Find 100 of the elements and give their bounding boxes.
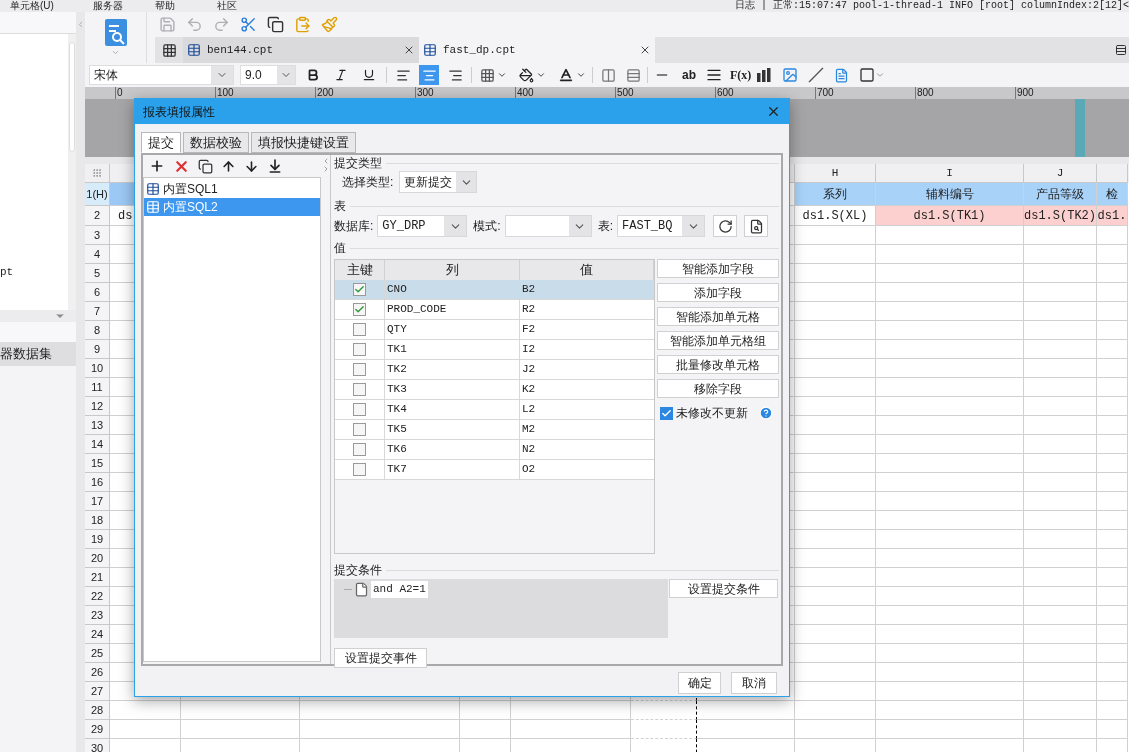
italic-icon[interactable] <box>334 68 348 82</box>
dialog-tab[interactable]: 数据校验 <box>183 132 249 153</box>
checkbox[interactable] <box>353 463 366 476</box>
table-row[interactable]: PROD_CODE R2 <box>335 300 654 320</box>
row-number[interactable]: 2 <box>85 206 110 226</box>
row-number[interactable]: 4 <box>85 245 110 264</box>
caret-icon[interactable] <box>536 70 546 80</box>
preview-button[interactable] <box>744 215 769 237</box>
row-number[interactable]: 27 <box>85 682 110 701</box>
dialog-tab[interactable]: 填报快捷键设置 <box>251 132 356 153</box>
menu-item[interactable]: 服务器 <box>93 0 155 12</box>
table-row[interactable]: TK7 O2 <box>335 460 654 480</box>
table-select[interactable]: FAST_BQ <box>617 215 706 237</box>
table-row[interactable]: TK3 K2 <box>335 380 654 400</box>
menu-item[interactable]: 社区 <box>217 0 279 12</box>
checkbox[interactable] <box>353 403 366 416</box>
bold-icon[interactable] <box>306 68 320 82</box>
scrollbar-thumb[interactable] <box>69 42 75 152</box>
row-number[interactable]: 1(H) <box>85 183 110 206</box>
submit-type-select[interactable]: 更新提交 <box>399 171 478 193</box>
row-number[interactable]: 3 <box>85 226 110 245</box>
sub-report-icon[interactable] <box>834 67 850 83</box>
row-number[interactable]: 15 <box>85 454 110 473</box>
refresh-button[interactable] <box>713 215 738 237</box>
row-number[interactable]: 18 <box>85 511 110 530</box>
menu-item[interactable]: 单元格(U) <box>10 0 93 12</box>
row-number[interactable]: 14 <box>85 435 110 454</box>
frame-icon[interactable] <box>859 67 876 83</box>
font-select[interactable]: 宋体 <box>89 65 234 85</box>
row-number[interactable]: 13 <box>85 416 110 435</box>
file-name[interactable]: pt <box>0 263 68 280</box>
move-bottom-icon[interactable] <box>267 158 283 174</box>
merge-cells-icon[interactable] <box>601 67 616 83</box>
condition-item[interactable]: and A2=1 <box>371 581 428 598</box>
close-icon[interactable] <box>403 44 415 56</box>
row-number[interactable]: 23 <box>85 606 110 625</box>
row-number[interactable]: 5 <box>85 264 110 283</box>
move-down-icon[interactable] <box>244 158 259 174</box>
row-number[interactable]: 8 <box>85 321 110 340</box>
copy-icon[interactable] <box>198 158 213 174</box>
menu-item[interactable]: 帮助 <box>155 0 217 12</box>
checkbox[interactable] <box>353 443 366 456</box>
brush-icon[interactable] <box>321 16 338 33</box>
split-cells-icon[interactable] <box>626 67 641 83</box>
copy-icon[interactable] <box>267 16 284 33</box>
row-number[interactable]: 26 <box>85 663 110 682</box>
row-number[interactable]: 12 <box>85 397 110 416</box>
cut-icon[interactable] <box>240 16 257 33</box>
size-select[interactable]: 9.0 <box>240 65 296 85</box>
checkbox[interactable] <box>353 363 366 376</box>
row-number[interactable]: 30 <box>85 739 110 752</box>
font-color-icon[interactable] <box>558 67 574 83</box>
row-number[interactable]: 17 <box>85 492 110 511</box>
table-row[interactable]: TK2 J2 <box>335 360 654 380</box>
side-button[interactable]: 批量修改单元格 <box>657 355 779 374</box>
caret-icon[interactable] <box>497 70 507 80</box>
checkbox[interactable] <box>353 383 366 396</box>
move-up-icon[interactable] <box>221 158 236 174</box>
database-select[interactable]: GY_DRP <box>377 215 468 237</box>
side-button[interactable]: 移除字段 <box>657 379 779 398</box>
image-icon[interactable] <box>782 67 799 83</box>
dialog-tab[interactable]: 提交 <box>141 132 181 153</box>
file-tab[interactable]: fast_dp.cpt <box>419 37 655 63</box>
bar-chart-icon[interactable] <box>757 68 773 82</box>
report-edit-icon[interactable] <box>104 18 127 46</box>
set-condition-button[interactable]: 设置提交条件 <box>669 579 778 598</box>
dialog-button[interactable]: 确定 <box>678 672 721 694</box>
table-row[interactable]: TK1 I2 <box>335 340 654 360</box>
tab-menu-icon[interactable] <box>1115 44 1127 56</box>
new-sheet-icon[interactable] <box>161 42 177 58</box>
row-number[interactable]: 28 <box>85 701 110 720</box>
checkbox[interactable] <box>353 303 366 316</box>
row-number[interactable]: 22 <box>85 587 110 606</box>
checkbox[interactable] <box>353 323 366 336</box>
column-header[interactable]: 值 <box>580 260 593 280</box>
row-number[interactable]: 24 <box>85 625 110 644</box>
row-number[interactable]: 21 <box>85 568 110 587</box>
row-number[interactable]: 29 <box>85 720 110 739</box>
side-button[interactable]: 智能添加单元格组 <box>657 331 779 350</box>
checkbox[interactable] <box>660 406 673 420</box>
underline-icon[interactable] <box>362 68 376 82</box>
set-event-button[interactable]: 设置提交事件 <box>334 648 427 668</box>
dialog-button[interactable]: 取消 <box>731 672 777 694</box>
row-number[interactable]: 10 <box>85 359 110 378</box>
border-icon[interactable] <box>480 67 495 83</box>
checkbox[interactable] <box>353 343 366 356</box>
help-icon[interactable] <box>759 406 773 420</box>
sql-item[interactable]: 内置SQL1 <box>144 180 320 198</box>
checkbox[interactable] <box>353 283 366 296</box>
align-center-icon[interactable] <box>419 65 439 85</box>
checkbox[interactable] <box>353 423 366 436</box>
file-tab[interactable]: ben144.cpt <box>183 37 419 63</box>
column-header[interactable]: 主键 <box>346 260 373 280</box>
side-button[interactable]: 添加字段 <box>657 283 779 302</box>
row-number[interactable]: 9 <box>85 340 110 359</box>
table-row[interactable]: CNO B2 <box>335 280 654 300</box>
table-row[interactable]: TK4 L2 <box>335 400 654 420</box>
row-number[interactable]: 6 <box>85 283 110 302</box>
row-number[interactable]: 11 <box>85 378 110 397</box>
table-row[interactable]: TK5 M2 <box>335 420 654 440</box>
